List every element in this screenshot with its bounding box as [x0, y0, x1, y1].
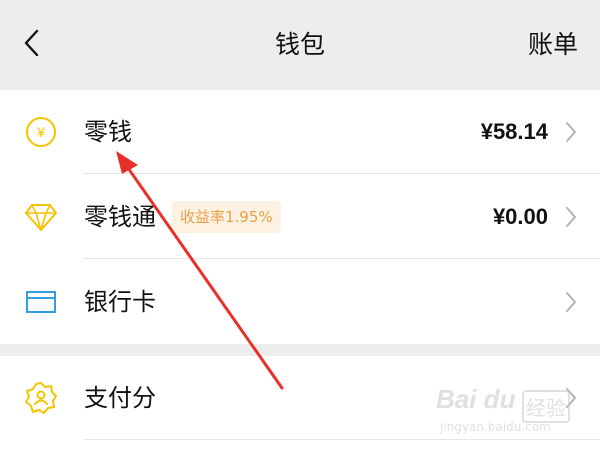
- page-title: 钱包: [274, 30, 325, 59]
- list-item-lingqiantong[interactable]: 零钱通 收益率1.95% ¥0.00: [0, 175, 600, 259]
- watermark-brand: 经验: [522, 390, 570, 423]
- list-item-label: 银行卡: [84, 288, 156, 316]
- wallet-list: ¥ 零钱 ¥58.14 零钱通 收益率1.95% ¥0.00 银行卡: [0, 90, 600, 344]
- watermark-logo: Bai du: [436, 384, 516, 414]
- diamond-icon: [24, 200, 58, 234]
- yield-rate-badge: 收益率1.95%: [172, 201, 281, 233]
- list-item-label: 零钱: [84, 118, 132, 146]
- divider: [84, 258, 600, 259]
- chevron-right-icon: [566, 122, 576, 142]
- back-button[interactable]: [14, 26, 48, 60]
- yuan-coin-icon: ¥: [24, 115, 58, 149]
- divider: [84, 173, 600, 174]
- back-arrow-icon: [24, 29, 39, 57]
- list-item-change[interactable]: ¥ 零钱 ¥58.14: [0, 90, 600, 174]
- list-item-bank-card[interactable]: 银行卡: [0, 260, 600, 344]
- svg-text:¥: ¥: [36, 124, 45, 140]
- balance-value: ¥58.14: [480, 119, 548, 144]
- chevron-right-icon: [566, 207, 576, 227]
- balance-value: ¥0.00: [492, 204, 548, 229]
- list-item-label: 支付分: [84, 384, 156, 412]
- bank-card-icon: [24, 285, 58, 319]
- watermark-url: jingyan.baidu.com: [440, 420, 551, 434]
- baidu-jingyan-watermark: Bai du 经验 jingyan.baidu.com: [436, 384, 586, 440]
- pay-score-icon: [24, 381, 58, 415]
- top-nav-bar: 钱包 账单: [0, 0, 600, 90]
- chevron-right-icon: [566, 292, 576, 312]
- list-item-label: 零钱通: [84, 203, 156, 231]
- bill-button[interactable]: 账单: [528, 0, 578, 90]
